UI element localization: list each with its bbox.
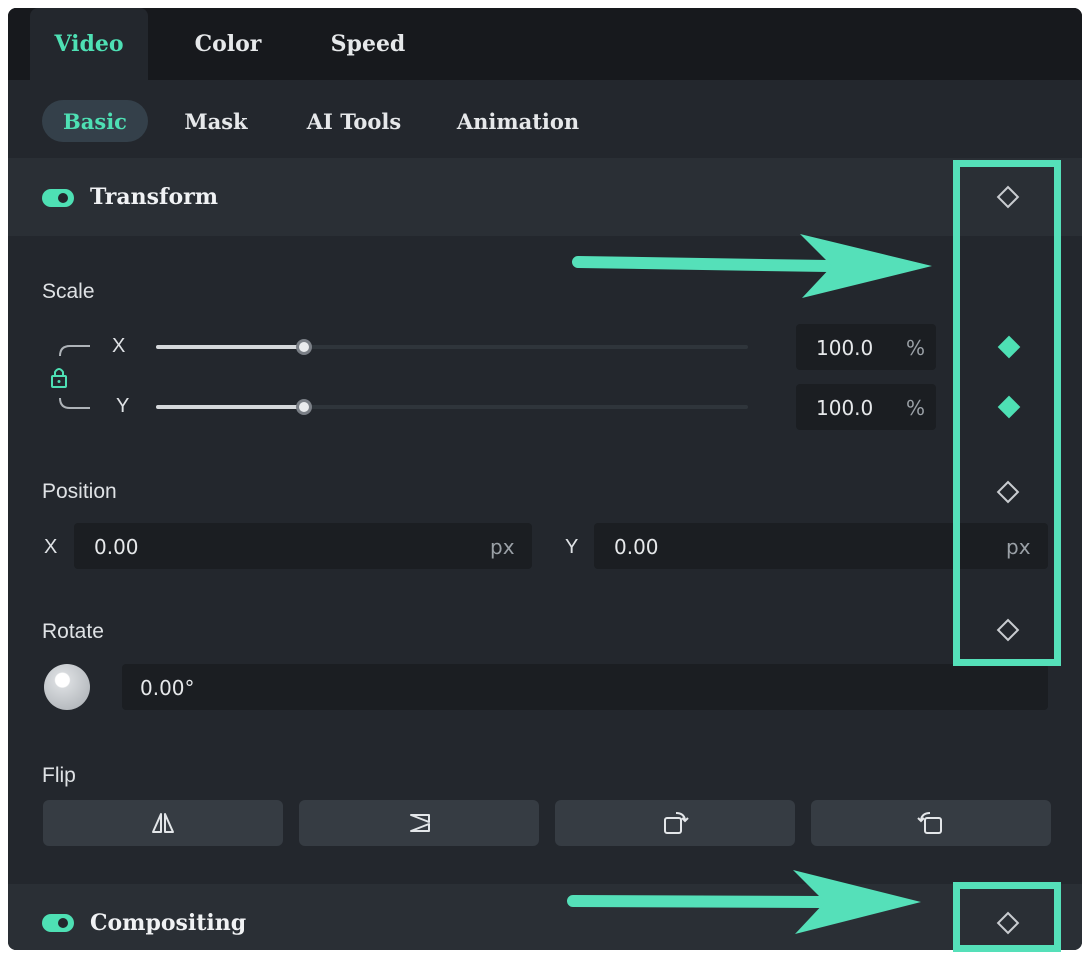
compositing-title: Compositing: [90, 910, 247, 936]
scale-y-input[interactable]: 100.0 %: [796, 384, 936, 430]
subtab-ai-tools[interactable]: AI Tools: [296, 100, 412, 142]
position-x-unit: px: [490, 535, 515, 559]
tab-speed[interactable]: Speed: [313, 8, 423, 80]
scale-x-unit: %: [906, 336, 926, 360]
tab-color[interactable]: Color: [178, 8, 278, 80]
subtab-animation[interactable]: Animation: [448, 100, 588, 142]
scale-x-input[interactable]: 100.0 %: [796, 324, 936, 370]
scale-x-value: 100.0: [816, 336, 874, 360]
rotate-left-button[interactable]: [811, 800, 1051, 846]
position-y-value: 0.00: [614, 535, 659, 559]
rotate-input[interactable]: 0.00°: [122, 664, 1048, 710]
position-x-input[interactable]: 0.00 px: [74, 523, 532, 569]
position-y-label: Y: [565, 536, 579, 558]
arrow-right-icon: [572, 234, 932, 298]
scale-y-slider-knob[interactable]: [296, 399, 312, 415]
rotate-right-icon: [664, 812, 689, 834]
flip-horizontal-button[interactable]: [43, 800, 283, 846]
flip-vertical-button[interactable]: [299, 800, 539, 846]
transform-section-header[interactable]: Transform: [8, 158, 1082, 236]
scale-x-fill: [156, 345, 304, 349]
scale-label: Scale: [42, 280, 95, 303]
keyframe-column-highlight: [953, 160, 1061, 666]
rotate-dial[interactable]: [44, 664, 90, 710]
subtab-mask[interactable]: Mask: [176, 100, 256, 142]
scale-x-label: X: [112, 335, 126, 357]
tab-video[interactable]: Video: [30, 8, 148, 80]
flip-vertical-icon: [410, 814, 430, 832]
scale-y-unit: %: [906, 396, 926, 420]
position-x-label: X: [44, 536, 58, 558]
flip-label: Flip: [42, 764, 76, 787]
scale-x-slider-knob[interactable]: [296, 339, 312, 355]
rotate-right-button[interactable]: [555, 800, 795, 846]
position-x-value: 0.00: [94, 535, 139, 559]
transform-title: Transform: [90, 184, 219, 210]
compositing-toggle[interactable]: [42, 914, 74, 932]
arrow-right-icon: [567, 870, 921, 934]
scale-y-fill: [156, 405, 304, 409]
compositing-keyframe-highlight: [953, 882, 1061, 952]
subtab-basic[interactable]: Basic: [42, 100, 148, 142]
flip-horizontal-icon: [152, 813, 174, 833]
rotate-label: Rotate: [42, 620, 104, 643]
video-properties-panel: Video Color Speed Basic Mask AI Tools An…: [8, 8, 1082, 950]
scale-y-label: Y: [116, 395, 130, 417]
scale-y-value: 100.0: [816, 396, 874, 420]
rotate-value: 0.00°: [140, 676, 195, 700]
rotate-left-icon: [917, 812, 942, 834]
transform-toggle[interactable]: [42, 189, 74, 207]
position-label: Position: [42, 480, 117, 503]
lock-icon[interactable]: [46, 338, 96, 414]
top-tab-bar: Video Color Speed: [8, 8, 1082, 80]
